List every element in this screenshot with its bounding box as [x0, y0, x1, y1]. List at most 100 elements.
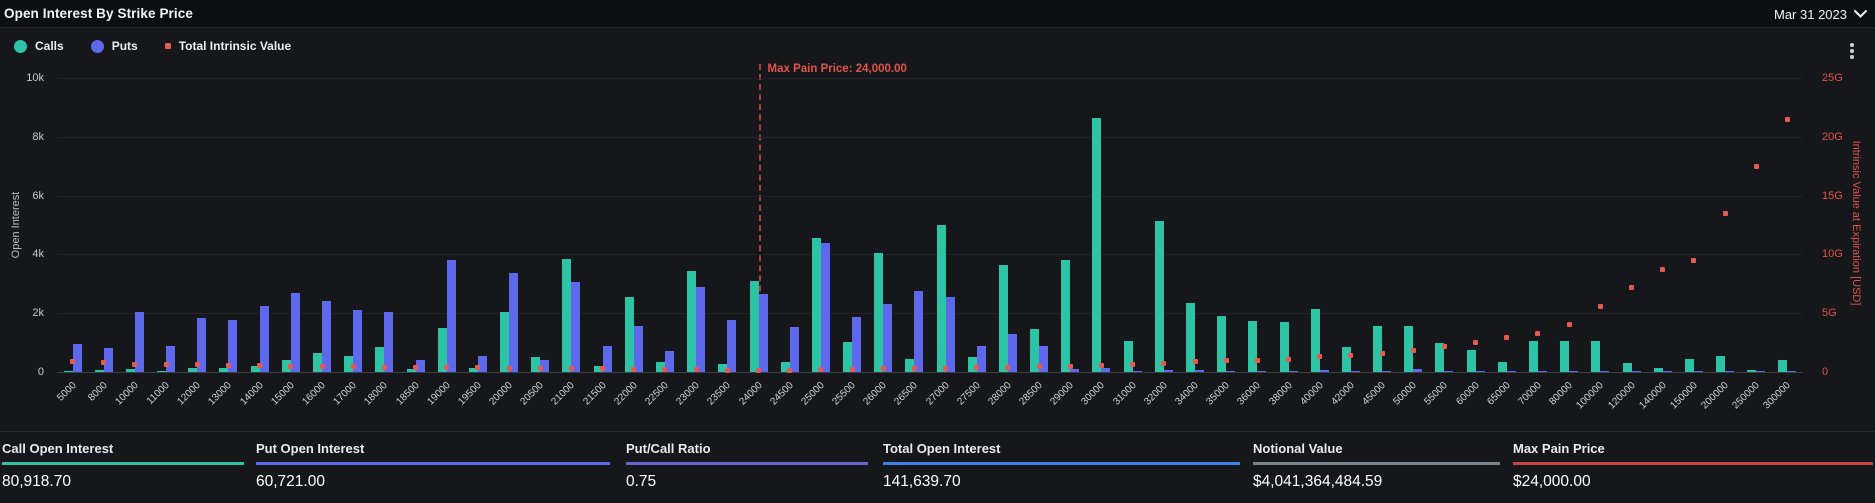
call-bar-250000[interactable]: [1747, 370, 1757, 372]
intrinsic-value-dot-36000[interactable]: [1254, 357, 1260, 363]
intrinsic-value-dot-70000[interactable]: [1535, 330, 1541, 336]
intrinsic-value-dot-15000[interactable]: [288, 363, 294, 369]
put-bar-100000[interactable]: [1600, 371, 1610, 372]
call-bar-29000[interactable]: [1061, 260, 1071, 372]
intrinsic-value-dot-26500[interactable]: [911, 365, 917, 371]
call-bar-100000[interactable]: [1591, 341, 1601, 372]
intrinsic-value-dot-13000[interactable]: [225, 362, 231, 368]
put-bar-150000[interactable]: [1693, 371, 1703, 372]
call-bar-16000[interactable]: [313, 353, 323, 372]
intrinsic-value-dot-34000[interactable]: [1192, 359, 1198, 365]
intrinsic-value-dot-5000[interactable]: [70, 358, 76, 364]
call-bar-36000[interactable]: [1248, 321, 1258, 372]
intrinsic-value-dot-22000[interactable]: [631, 366, 637, 372]
intrinsic-value-dot-21000[interactable]: [568, 365, 574, 371]
intrinsic-value-dot-35000[interactable]: [1223, 358, 1229, 364]
call-bar-22000[interactable]: [624, 297, 634, 372]
call-bar-28000[interactable]: [998, 265, 1008, 372]
intrinsic-value-dot-300000[interactable]: [1784, 116, 1790, 122]
intrinsic-value-dot-23000[interactable]: [693, 367, 699, 373]
put-bar-200000[interactable]: [1725, 371, 1735, 372]
intrinsic-value-dot-11000[interactable]: [163, 361, 169, 367]
call-bar-31000[interactable]: [1123, 341, 1133, 372]
call-bar-70000[interactable]: [1528, 341, 1538, 372]
put-bar-45000[interactable]: [1382, 371, 1392, 372]
intrinsic-value-dot-80000[interactable]: [1566, 321, 1572, 327]
put-bar-23500[interactable]: [727, 320, 737, 372]
intrinsic-value-dot-14000[interactable]: [257, 363, 263, 369]
put-bar-16000[interactable]: [322, 301, 332, 372]
put-bar-31000[interactable]: [1132, 371, 1142, 372]
call-bar-24000[interactable]: [749, 281, 759, 372]
call-bar-13000[interactable]: [219, 368, 229, 372]
put-bar-24500[interactable]: [789, 327, 799, 372]
put-bar-36000[interactable]: [1257, 371, 1267, 372]
call-bar-32000[interactable]: [1154, 221, 1164, 372]
put-bar-23000[interactable]: [696, 287, 706, 372]
put-bar-21000[interactable]: [571, 282, 581, 372]
put-bar-25500[interactable]: [852, 317, 862, 372]
call-bar-35000[interactable]: [1217, 316, 1227, 372]
put-bar-32000[interactable]: [1163, 370, 1173, 372]
intrinsic-value-dot-8000[interactable]: [101, 360, 107, 366]
call-bar-30000[interactable]: [1092, 118, 1102, 372]
put-bar-55000[interactable]: [1444, 371, 1454, 372]
intrinsic-value-dot-65000[interactable]: [1504, 335, 1510, 341]
call-bar-150000[interactable]: [1684, 359, 1694, 372]
intrinsic-value-dot-50000[interactable]: [1410, 347, 1416, 353]
call-bar-20000[interactable]: [500, 312, 510, 372]
intrinsic-value-dot-29000[interactable]: [1067, 363, 1073, 369]
call-bar-60000[interactable]: [1466, 350, 1476, 372]
put-bar-17000[interactable]: [353, 310, 363, 372]
call-bar-10000[interactable]: [125, 369, 135, 372]
put-bar-26000[interactable]: [883, 304, 893, 372]
put-bar-19000[interactable]: [446, 260, 456, 372]
intrinsic-value-dot-32000[interactable]: [1161, 360, 1167, 366]
put-bar-120000[interactable]: [1631, 371, 1641, 372]
intrinsic-value-dot-140000[interactable]: [1660, 267, 1666, 273]
put-bar-20000[interactable]: [509, 273, 519, 372]
put-bar-24000[interactable]: [758, 294, 768, 372]
put-bar-35000[interactable]: [1226, 371, 1236, 372]
put-bar-25000[interactable]: [820, 243, 830, 372]
intrinsic-value-dot-100000[interactable]: [1597, 304, 1603, 310]
intrinsic-value-dot-21500[interactable]: [600, 366, 606, 372]
call-bar-42000[interactable]: [1341, 347, 1351, 372]
call-bar-140000[interactable]: [1653, 368, 1663, 372]
intrinsic-value-dot-55000[interactable]: [1441, 344, 1447, 350]
call-bar-40000[interactable]: [1310, 309, 1320, 372]
legend-item-calls[interactable]: Calls: [14, 39, 64, 53]
call-bar-11000[interactable]: [157, 371, 167, 372]
put-bar-140000[interactable]: [1662, 371, 1672, 372]
intrinsic-value-dot-25000[interactable]: [818, 367, 824, 373]
intrinsic-value-dot-38000[interactable]: [1286, 356, 1292, 362]
legend-item-total-intrinsic-value[interactable]: Total Intrinsic Value: [164, 39, 291, 53]
intrinsic-value-dot-10000[interactable]: [132, 361, 138, 367]
put-bar-50000[interactable]: [1413, 369, 1423, 372]
put-bar-42000[interactable]: [1350, 371, 1360, 372]
expiry-date-selector[interactable]: Mar 31 2023: [1774, 4, 1867, 24]
put-bar-65000[interactable]: [1506, 371, 1516, 372]
intrinsic-value-dot-27000[interactable]: [943, 365, 949, 371]
intrinsic-value-dot-20500[interactable]: [537, 365, 543, 371]
intrinsic-value-dot-12000[interactable]: [194, 362, 200, 368]
chart-menu-button[interactable]: [1845, 40, 1859, 62]
call-bar-200000[interactable]: [1716, 356, 1726, 372]
put-bar-80000[interactable]: [1569, 371, 1579, 372]
intrinsic-value-dot-18000[interactable]: [381, 364, 387, 370]
put-bar-40000[interactable]: [1319, 370, 1329, 372]
legend-item-puts[interactable]: Puts: [90, 39, 138, 53]
put-bar-15000[interactable]: [290, 293, 300, 372]
call-bar-23000[interactable]: [687, 271, 697, 372]
call-bar-300000[interactable]: [1778, 360, 1788, 372]
intrinsic-value-dot-42000[interactable]: [1348, 353, 1354, 359]
intrinsic-value-dot-20000[interactable]: [506, 365, 512, 371]
intrinsic-value-dot-120000[interactable]: [1629, 285, 1635, 291]
call-bar-45000[interactable]: [1373, 326, 1383, 372]
intrinsic-value-dot-27500[interactable]: [974, 365, 980, 371]
intrinsic-value-dot-60000[interactable]: [1473, 339, 1479, 345]
call-bar-21000[interactable]: [562, 259, 572, 372]
put-bar-22000[interactable]: [633, 326, 643, 372]
put-bar-70000[interactable]: [1537, 371, 1547, 372]
call-bar-38000[interactable]: [1279, 322, 1289, 372]
